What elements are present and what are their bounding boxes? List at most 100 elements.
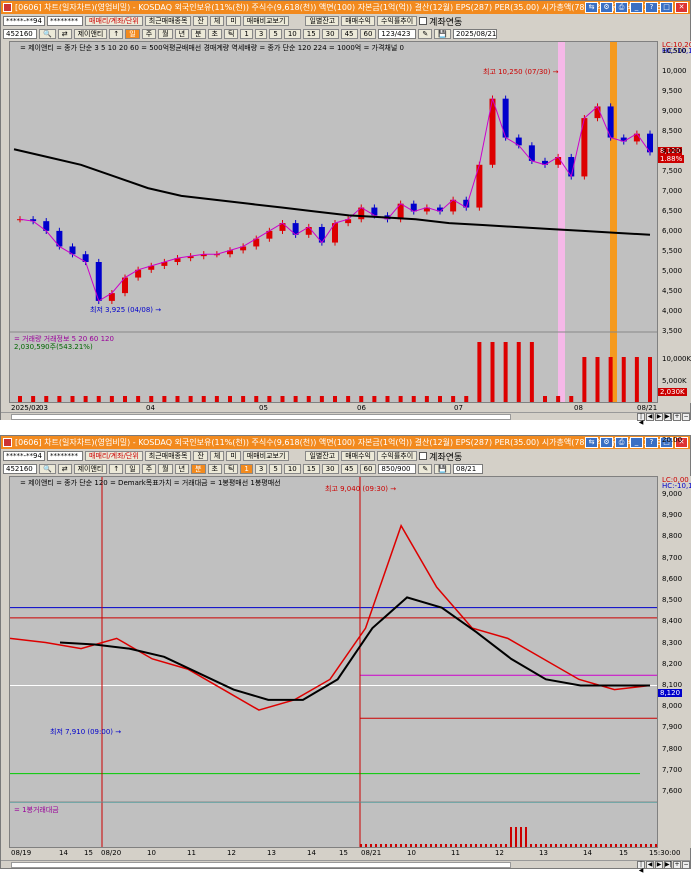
trade-profit-button[interactable]: 매매수익 xyxy=(341,16,375,26)
trade-profit-button[interactable]: 매매수익 xyxy=(341,451,375,461)
daily-balance-button[interactable]: 일별잔고 xyxy=(305,451,340,461)
scroll-thumb[interactable] xyxy=(11,414,511,420)
last-icon[interactable]: ▶| xyxy=(664,413,672,421)
settings-icon[interactable]: ⚙ xyxy=(600,2,613,13)
next-icon[interactable]: ▶ xyxy=(655,413,663,421)
count-field[interactable]: 123/423 xyxy=(378,29,417,39)
period-tick[interactable]: 틱 xyxy=(223,29,239,39)
period-month[interactable]: 월 xyxy=(158,464,173,474)
interval-60[interactable]: 60 xyxy=(359,29,377,39)
prev-icon[interactable]: ◀ xyxy=(646,861,654,869)
stock-name[interactable]: 제이앤티 xyxy=(73,464,108,474)
period-second[interactable]: 초 xyxy=(207,29,222,39)
period-day[interactable]: 일 xyxy=(125,464,140,474)
last-icon[interactable]: ▶| xyxy=(664,861,672,869)
save-icon[interactable]: 💾 xyxy=(434,464,452,474)
print-icon[interactable]: ⎙ xyxy=(615,2,628,13)
chart-scrollbar[interactable]: |◀ ◀ ▶ ▶| + − xyxy=(1,860,690,874)
link-icon[interactable]: ⇆ xyxy=(585,2,598,13)
tool-icon[interactable]: ✎ xyxy=(418,29,433,39)
count-field[interactable]: 850/900 xyxy=(378,464,417,474)
compare-button[interactable]: 매매비교보기 xyxy=(242,16,290,26)
interval-15[interactable]: 15 xyxy=(302,464,320,474)
trade-unit-button[interactable]: 매매리/계좌/단위 xyxy=(85,451,143,461)
link-icon[interactable]: ⇆ xyxy=(585,437,598,448)
interval-1[interactable]: 1 xyxy=(240,464,253,474)
account-link-checkbox[interactable] xyxy=(419,17,428,25)
maximize-icon[interactable]: □ xyxy=(660,2,673,13)
unfilled-button[interactable]: 미 xyxy=(226,16,241,26)
balance-button[interactable]: 잔 xyxy=(193,451,208,461)
minute-chart-area[interactable]: = 제이앤티 = 종가 단순 120 = Demark목표가치 = 거래대금 =… xyxy=(9,476,658,848)
close-icon[interactable]: ✕ xyxy=(675,2,688,13)
account-field[interactable]: *****-**94 xyxy=(3,16,45,26)
first-icon[interactable]: |◀ xyxy=(637,413,645,426)
swap-icon[interactable]: ⇄ xyxy=(57,29,72,39)
minimize-icon[interactable]: _ xyxy=(630,437,643,448)
period-up-icon[interactable]: ↑ xyxy=(109,464,124,474)
first-icon[interactable]: |◀ xyxy=(637,861,645,874)
zoom-out-icon[interactable]: − xyxy=(682,861,690,869)
save-icon[interactable]: 💾 xyxy=(434,29,452,39)
help-icon[interactable]: ? xyxy=(645,437,658,448)
zoom-in-icon[interactable]: + xyxy=(673,861,681,869)
interval-30[interactable]: 30 xyxy=(321,29,339,39)
period-up-icon[interactable]: ↑ xyxy=(109,29,124,39)
interval-30[interactable]: 30 xyxy=(321,464,339,474)
tool-icon[interactable]: ✎ xyxy=(418,464,433,474)
scroll-thumb[interactable] xyxy=(11,862,511,868)
next-icon[interactable]: ▶ xyxy=(655,861,663,869)
password-field[interactable]: ******** xyxy=(47,451,83,461)
interval-10[interactable]: 10 xyxy=(283,464,301,474)
chart-scrollbar[interactable]: |◀ ◀ ▶ ▶| + − xyxy=(1,412,690,426)
account-field[interactable]: *****-**94 xyxy=(3,451,45,461)
interval-60[interactable]: 60 xyxy=(359,464,377,474)
period-year[interactable]: 년 xyxy=(174,29,190,39)
stock-name[interactable]: 제이앤티 xyxy=(73,29,108,39)
profit-trend-button[interactable]: 수익률추이 xyxy=(376,16,418,26)
period-year[interactable]: 년 xyxy=(174,464,190,474)
print-icon[interactable]: ⎙ xyxy=(615,437,628,448)
trade-unit-button[interactable]: 매매리/계좌/단위 xyxy=(85,16,143,26)
search-icon[interactable]: 🔍 xyxy=(39,29,56,39)
interval-10[interactable]: 10 xyxy=(283,29,301,39)
unfilled-button[interactable]: 미 xyxy=(226,451,241,461)
fill-button[interactable]: 체 xyxy=(209,451,225,461)
daily-balance-button[interactable]: 일별잔고 xyxy=(305,16,340,26)
daily-chart-area[interactable]: = 제이앤티 = 종가 단순 3 5 10 20 60 = 500억평균배매선 … xyxy=(9,41,658,403)
fill-button[interactable]: 체 xyxy=(209,16,225,26)
period-week[interactable]: 주 xyxy=(141,29,157,39)
password-field[interactable]: ******** xyxy=(47,16,83,26)
interval-5[interactable]: 5 xyxy=(269,29,282,39)
settings-icon[interactable]: ⚙ xyxy=(600,437,613,448)
period-week[interactable]: 주 xyxy=(141,464,157,474)
search-icon[interactable]: 🔍 xyxy=(39,464,56,474)
compare-button[interactable]: 매매비교보기 xyxy=(242,451,290,461)
date-field[interactable]: 08/21 xyxy=(453,464,484,474)
interval-3[interactable]: 3 xyxy=(254,464,268,474)
interval-15[interactable]: 15 xyxy=(302,29,320,39)
period-day[interactable]: 일 xyxy=(125,29,140,39)
period-tick[interactable]: 틱 xyxy=(223,464,239,474)
interval-5[interactable]: 5 xyxy=(269,464,282,474)
period-second[interactable]: 초 xyxy=(207,464,222,474)
balance-button[interactable]: 잔 xyxy=(193,16,208,26)
period-month[interactable]: 월 xyxy=(158,29,173,39)
symbol-code-input[interactable]: 452160 xyxy=(3,464,37,474)
interval-45[interactable]: 45 xyxy=(340,464,358,474)
help-icon[interactable]: ? xyxy=(645,2,658,13)
prev-icon[interactable]: ◀ xyxy=(646,413,654,421)
period-minute[interactable]: 분 xyxy=(191,464,206,474)
minimize-icon[interactable]: _ xyxy=(630,2,643,13)
account-link-checkbox[interactable] xyxy=(419,452,428,460)
symbol-code-input[interactable]: 452160 xyxy=(3,29,37,39)
recent-items-button[interactable]: 최근매매종목 xyxy=(144,16,192,26)
date-field[interactable]: 2025/08/21 xyxy=(453,29,498,39)
swap-icon[interactable]: ⇄ xyxy=(57,464,72,474)
zoom-out-icon[interactable]: − xyxy=(682,413,690,421)
recent-items-button[interactable]: 최근매매종목 xyxy=(144,451,192,461)
interval-45[interactable]: 45 xyxy=(340,29,358,39)
period-minute[interactable]: 분 xyxy=(191,29,206,39)
interval-3[interactable]: 3 xyxy=(254,29,268,39)
interval-1[interactable]: 1 xyxy=(240,29,253,39)
